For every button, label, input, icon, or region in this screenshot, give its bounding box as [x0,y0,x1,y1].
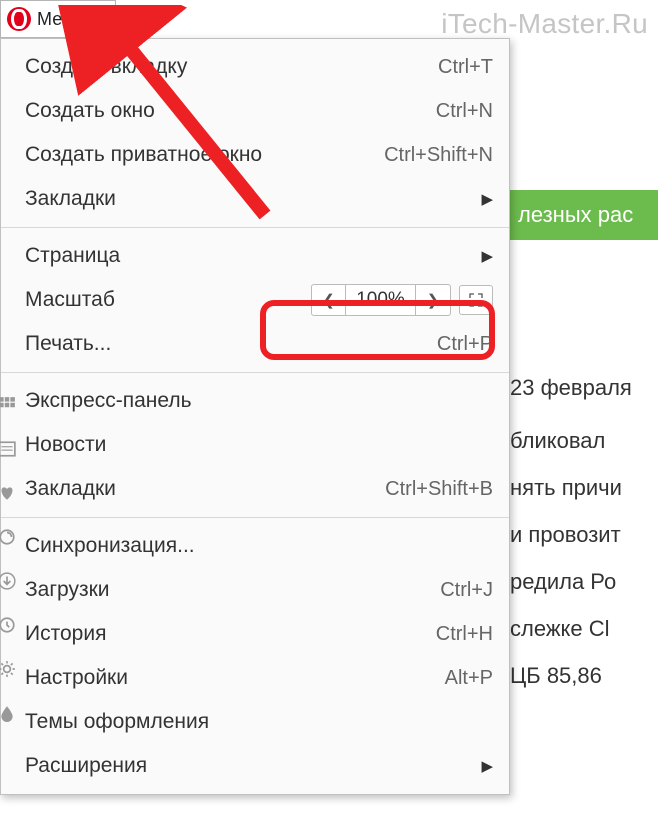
zoom-in-button[interactable]: ❯ [416,285,450,315]
history-icon [0,616,16,634]
menu-themes[interactable]: Темы оформления [1,700,509,744]
opera-logo-icon [7,7,31,31]
bg-date: 23 февраля [510,365,648,411]
green-banner: лезных рас [510,190,658,240]
zoom-out-button[interactable]: ❮ [312,285,346,315]
sync-icon [0,528,16,546]
menu-new-window[interactable]: Создать окно Ctrl+N [1,89,509,133]
chevron-right-icon: ▶ [471,757,493,775]
bg-fragment: редила Ро [510,559,648,605]
bg-fragment: и провозит [510,512,648,558]
fullscreen-button[interactable] [459,285,493,315]
menu-group-4: Синхронизация... Загрузки Ctrl+J История… [1,518,509,794]
menu-new-private-window[interactable]: Создать приватное окно Ctrl+Shift+N [1,133,509,177]
menu-group-2: Страница ▶ Масштаб ❮ 100% ❯ Печать... Ct… [1,228,509,373]
menu-downloads[interactable]: Загрузки Ctrl+J [1,568,509,612]
download-icon [0,572,16,590]
droplet-icon [0,704,16,722]
menu-button[interactable]: Меню [0,0,116,38]
zoom-value: 100% [346,285,416,315]
menu-history[interactable]: История Ctrl+H [1,612,509,656]
menu-news[interactable]: Новости [1,423,509,467]
menu-page[interactable]: Страница ▶ [1,234,509,278]
settings-icon [0,660,16,678]
grid-icon [0,396,16,414]
menu-group-1: Создать вкладку Ctrl+T Создать окно Ctrl… [1,39,509,228]
menu-print[interactable]: Печать... Ctrl+P [1,322,509,366]
bg-fragment: бликовал [510,418,648,464]
menu-sync[interactable]: Синхронизация... [1,524,509,568]
zoom-controls: ❮ 100% ❯ [311,284,493,316]
menu-button-label: Меню [37,9,86,30]
menu-group-3: Экспресс-панель Новости Закладки Ctrl+Sh… [1,373,509,518]
chevron-right-icon: ▶ [471,190,493,208]
menu-zoom-row: Масштаб ❮ 100% ❯ [1,278,509,322]
bg-fragment: нять причи [510,465,648,511]
watermark-text: iTech-Master.Ru [441,8,648,40]
menu-settings[interactable]: Настройки Alt+P [1,656,509,700]
news-icon [0,440,16,458]
main-menu-dropdown: Создать вкладку Ctrl+T Создать окно Ctrl… [0,38,510,795]
fullscreen-icon [469,293,483,307]
menu-bookmarks[interactable]: Закладки Ctrl+Shift+B [1,467,509,511]
menu-speed-dial[interactable]: Экспресс-панель [1,379,509,423]
menu-extensions[interactable]: Расширения ▶ [1,744,509,788]
bg-fragment: слежке Cl [510,606,648,652]
side-icons [0,396,18,748]
bg-fragment: ЦБ 85,86 [510,653,648,699]
heart-icon [0,484,16,502]
menu-new-tab[interactable]: Создать вкладку Ctrl+T [1,45,509,89]
chevron-right-icon: ▶ [471,247,493,265]
menu-bookmarks-submenu[interactable]: Закладки ▶ [1,177,509,221]
